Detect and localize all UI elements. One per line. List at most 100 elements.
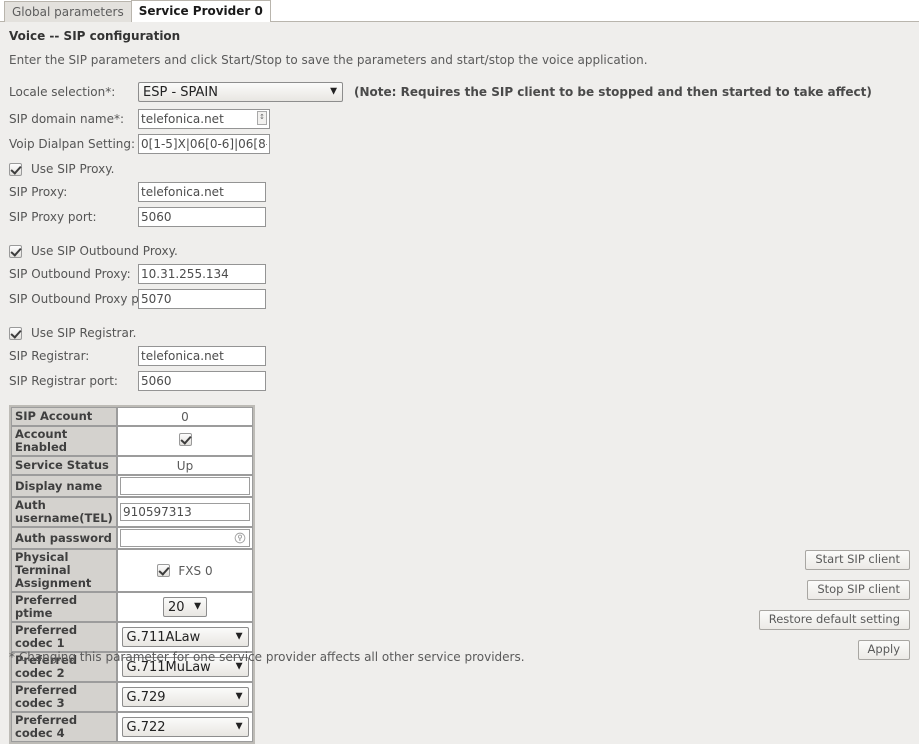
auth-password-wrapper [120, 529, 250, 547]
table-row: Preferred codec 1 G.711ALaw ▼ [11, 622, 253, 652]
value-service-status: Up [117, 456, 253, 475]
row-sip-proxy: SIP Proxy: [9, 179, 919, 204]
sip-parameters-form: Locale selection*: ESP - SPAIN ▼ (Note: … [0, 67, 919, 393]
use-sip-proxy-checkbox[interactable] [9, 162, 22, 176]
sip-outbound-proxy-port-input[interactable] [138, 288, 266, 309]
value-sip-account: 0 [117, 407, 253, 426]
sip-outbound-proxy-input[interactable] [138, 263, 266, 284]
cell-physical-terminal-assignment: FXS 0 [117, 549, 253, 592]
sip-proxy-port-input[interactable] [138, 206, 266, 227]
label-physical-terminal-assignment: Physical Terminal Assignment [11, 549, 117, 592]
row-use-sip-outbound-proxy[interactable]: Use SIP Outbound Proxy. [9, 238, 919, 261]
label-sip-outbound-proxy: SIP Outbound Proxy: [9, 266, 131, 281]
preferred-codec-1-select[interactable]: G.711ALaw [121, 627, 249, 647]
cell-preferred-codec-3: G.729 ▼ [117, 682, 253, 712]
preferred-ptime-select[interactable]: 20 [163, 597, 207, 617]
row-sip-proxy-port: SIP Proxy port: [9, 204, 919, 229]
display-name-input[interactable] [120, 477, 250, 495]
table-row: Display name [11, 475, 253, 497]
table-row: Account Enabled [11, 426, 253, 456]
tab-service-provider-0[interactable]: Service Provider 0 [130, 0, 271, 22]
table-row: Auth password [11, 527, 253, 549]
apply-button[interactable]: Apply [857, 640, 910, 660]
table-row: Preferred codec 4 G.722 ▼ [11, 712, 253, 742]
fxs0-label: FXS 0 [178, 563, 213, 578]
use-sip-outbound-proxy-checkbox[interactable] [9, 244, 22, 258]
sip-registrar-port-input[interactable] [138, 370, 266, 391]
label-account-enabled: Account Enabled [11, 426, 117, 456]
auth-username-input[interactable] [120, 503, 250, 521]
restore-default-setting-button[interactable]: Restore default setting [758, 610, 910, 630]
tab-global-parameters[interactable]: Global parameters [4, 1, 132, 22]
row-sip-outbound-proxy: SIP Outbound Proxy: [9, 261, 919, 286]
locale-note: (Note: Requires the SIP client to be sto… [354, 84, 872, 99]
cell-auth-password [117, 527, 253, 549]
preferred-ptime-wrapper: 20 ▼ [163, 597, 207, 617]
footnote: * Changing this parameter for one servic… [9, 650, 525, 664]
fxs0-checkbox[interactable] [157, 564, 171, 577]
label-sip-domain-name: SIP domain name*: [9, 111, 125, 126]
label-auth-password: Auth password [11, 527, 117, 549]
label-preferred-codec-3: Preferred codec 3 [11, 682, 117, 712]
table-row: Preferred codec 3 G.729 ▼ [11, 682, 253, 712]
page-content: Voice -- SIP configuration Enter the SIP… [0, 22, 919, 744]
row-sip-registrar-port: SIP Registrar port: [9, 368, 919, 393]
use-sip-registrar-checkbox[interactable] [9, 326, 22, 340]
row-sip-outbound-proxy-port: SIP Outbound Proxy port: [9, 286, 919, 311]
sip-domain-input-wrapper: ↕ [138, 108, 270, 129]
cell-auth-username [117, 497, 253, 527]
cell-preferred-ptime: 20 ▼ [117, 592, 253, 622]
codec3-wrapper: G.729 ▼ [121, 687, 249, 707]
action-buttons: Start SIP client Stop SIP client Restore… [758, 550, 910, 660]
locale-select[interactable]: ESP - SPAIN [138, 81, 343, 102]
table-row: Physical Terminal Assignment FXS 0 [11, 549, 253, 592]
label-display-name: Display name [11, 475, 117, 497]
label-sip-proxy-port: SIP Proxy port: [9, 209, 97, 224]
preferred-codec-4-select[interactable]: G.722 [121, 717, 249, 737]
row-sip-registrar: SIP Registrar: [9, 343, 919, 368]
row-use-sip-registrar[interactable]: Use SIP Registrar. [9, 320, 919, 343]
voip-dialplan-input[interactable] [138, 133, 270, 154]
table-row: Auth username(TEL) [11, 497, 253, 527]
row-locale-selection: Locale selection*: ESP - SPAIN ▼ (Note: … [9, 77, 919, 106]
start-sip-client-button[interactable]: Start SIP client [805, 550, 910, 570]
use-sip-proxy-label: Use SIP Proxy. [31, 162, 115, 176]
codec1-wrapper: G.711ALaw ▼ [121, 627, 249, 647]
use-sip-registrar-label: Use SIP Registrar. [31, 326, 137, 340]
label-voip-dialplan: Voip Dialpan Setting: [9, 136, 136, 151]
label-sip-account: SIP Account [11, 407, 117, 426]
label-preferred-codec-4: Preferred codec 4 [11, 712, 117, 742]
sip-domain-name-input[interactable] [138, 108, 270, 129]
label-service-status: Service Status [11, 456, 117, 475]
label-auth-username: Auth username(TEL) [11, 497, 117, 527]
cell-display-name [117, 475, 253, 497]
fxs-assignment-group: FXS 0 [120, 564, 250, 578]
preferred-codec-3-select[interactable]: G.729 [121, 687, 249, 707]
label-preferred-codec-1: Preferred codec 1 [11, 622, 117, 652]
page-title: Voice -- SIP configuration [9, 29, 181, 43]
cell-preferred-codec-1: G.711ALaw ▼ [117, 622, 253, 652]
stop-sip-client-button[interactable]: Stop SIP client [807, 580, 910, 600]
locale-select-wrapper: ESP - SPAIN ▼ [138, 81, 343, 102]
label-sip-outbound-proxy-port: SIP Outbound Proxy port: [9, 291, 160, 306]
sip-proxy-input[interactable] [138, 181, 266, 202]
cell-account-enabled [117, 426, 253, 456]
codec4-wrapper: G.722 ▼ [121, 717, 249, 737]
table-row: Service Status Up [11, 456, 253, 475]
table-row: Preferred ptime 20 ▼ [11, 592, 253, 622]
label-locale-selection: Locale selection*: [9, 84, 116, 99]
use-sip-outbound-proxy-label: Use SIP Outbound Proxy. [31, 244, 178, 258]
tab-bar: Global parameters Service Provider 0 [0, 0, 919, 22]
account-enabled-checkbox[interactable] [178, 433, 192, 446]
label-sip-registrar-port: SIP Registrar port: [9, 373, 118, 388]
label-sip-registrar: SIP Registrar: [9, 348, 90, 363]
row-sip-domain-name: SIP domain name*: ↕ [9, 106, 919, 131]
table-row: SIP Account 0 [11, 407, 253, 426]
sip-registrar-input[interactable] [138, 345, 266, 366]
sip-account-table: SIP Account 0 Account Enabled Service St… [9, 405, 255, 744]
row-voip-dialplan: Voip Dialpan Setting: [9, 131, 919, 156]
auth-password-input[interactable] [120, 529, 250, 547]
row-use-sip-proxy[interactable]: Use SIP Proxy. [9, 156, 919, 179]
